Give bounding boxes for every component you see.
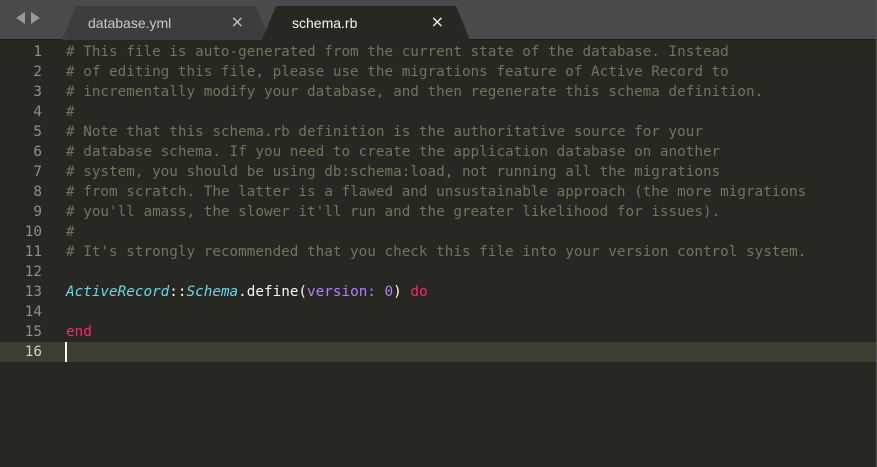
code-token: do bbox=[410, 284, 428, 300]
code-line-row[interactable]: 8 # from scratch. The latter is a flawed … bbox=[0, 182, 876, 202]
code-token: Schema bbox=[186, 284, 239, 300]
code-line-row[interactable]: 12 bbox=[0, 262, 876, 282]
code-text: # database schema. If you need to create… bbox=[66, 144, 721, 160]
code-token: 0 bbox=[384, 284, 394, 300]
text-cursor bbox=[65, 342, 67, 362]
code-text: # Note that this schema.rb definition is… bbox=[66, 124, 703, 140]
code-token: .define( bbox=[238, 284, 308, 300]
code-line-row[interactable]: 15 end bbox=[0, 322, 876, 342]
code-line-row[interactable]: 2 # of editing this file, please use the … bbox=[0, 62, 876, 82]
code-line-row[interactable]: 11 # It's strongly recommended that you c… bbox=[0, 242, 876, 262]
code-text: # This file is auto-generated from the c… bbox=[66, 44, 729, 60]
code-line-row[interactable]: 4 # bbox=[0, 102, 876, 122]
code-line-row[interactable]: 13 ActiveRecord::Schema.define(version: 0… bbox=[0, 282, 876, 302]
tab-label: schema.rb bbox=[292, 15, 358, 31]
code-text: # bbox=[66, 104, 75, 120]
code-line-row[interactable]: 14 bbox=[0, 302, 876, 322]
code-text: # you'll amass, the slower it'll run and… bbox=[66, 204, 721, 220]
code-text: # of editing this file, please use the m… bbox=[66, 64, 729, 80]
line-number: 7 bbox=[33, 164, 42, 180]
close-icon[interactable]: × bbox=[231, 14, 244, 30]
line-number: 9 bbox=[33, 204, 42, 220]
code-text: # It's strongly recommended that you che… bbox=[66, 244, 807, 260]
code-token: version: bbox=[307, 284, 376, 300]
tab-navigation bbox=[16, 12, 40, 28]
code-line-row[interactable]: 16 bbox=[0, 342, 876, 362]
code-text: # incrementally modify your database, an… bbox=[66, 84, 764, 100]
chevron-left-icon[interactable] bbox=[16, 12, 25, 24]
code-text: # system, you should be using db:schema:… bbox=[66, 164, 721, 180]
line-number: 15 bbox=[24, 324, 42, 340]
code-text: ActiveRecord::Schema.define(version: 0) … bbox=[66, 282, 428, 302]
line-number: 2 bbox=[33, 64, 42, 80]
code-token: :: bbox=[169, 284, 187, 300]
code-line-row[interactable]: 3 # incrementally modify your database, a… bbox=[0, 82, 876, 102]
line-number: 12 bbox=[24, 264, 42, 280]
line-number: 13 bbox=[24, 284, 42, 300]
line-number: 8 bbox=[33, 184, 42, 200]
tab-label: database.yml bbox=[88, 15, 172, 31]
line-number: 14 bbox=[24, 304, 42, 320]
editor-window: database.yml × schema.rb × 1 # This file … bbox=[0, 0, 877, 467]
line-number: 10 bbox=[24, 224, 42, 240]
code-text: # bbox=[66, 224, 75, 240]
code-token: ) bbox=[393, 284, 411, 300]
code-token: end bbox=[66, 324, 92, 340]
code-line-row[interactable]: 9 # you'll amass, the slower it'll run an… bbox=[0, 202, 876, 222]
line-number: 6 bbox=[33, 144, 42, 160]
chevron-right-icon[interactable] bbox=[31, 12, 40, 24]
tab-schema-rb[interactable]: schema.rb × bbox=[262, 6, 470, 40]
line-number: 4 bbox=[33, 104, 42, 120]
close-icon[interactable]: × bbox=[431, 14, 444, 30]
line-number: 11 bbox=[24, 244, 42, 260]
tab-bar: database.yml × schema.rb × bbox=[0, 0, 876, 40]
code-line-row[interactable]: 6 # database schema. If you need to creat… bbox=[0, 142, 876, 162]
code-text: # from scratch. The latter is a flawed a… bbox=[66, 184, 807, 200]
line-number: 5 bbox=[33, 124, 42, 140]
code-text: end bbox=[66, 322, 92, 342]
code-line-row[interactable]: 7 # system, you should be using db:schema… bbox=[0, 162, 876, 182]
tab-database-yml[interactable]: database.yml × bbox=[62, 6, 270, 40]
line-number: 3 bbox=[33, 84, 42, 100]
code-token: ActiveRecord bbox=[66, 284, 170, 300]
code-line-row[interactable]: 10 # bbox=[0, 222, 876, 242]
code-line-row[interactable]: 1 # This file is auto-generated from the … bbox=[0, 42, 876, 62]
code-line-row[interactable]: 5 # Note that this schema.rb definition i… bbox=[0, 122, 876, 142]
line-number: 1 bbox=[33, 44, 42, 60]
code-editor[interactable]: 1 # This file is auto-generated from the … bbox=[0, 41, 876, 467]
line-number: 16 bbox=[24, 344, 42, 360]
